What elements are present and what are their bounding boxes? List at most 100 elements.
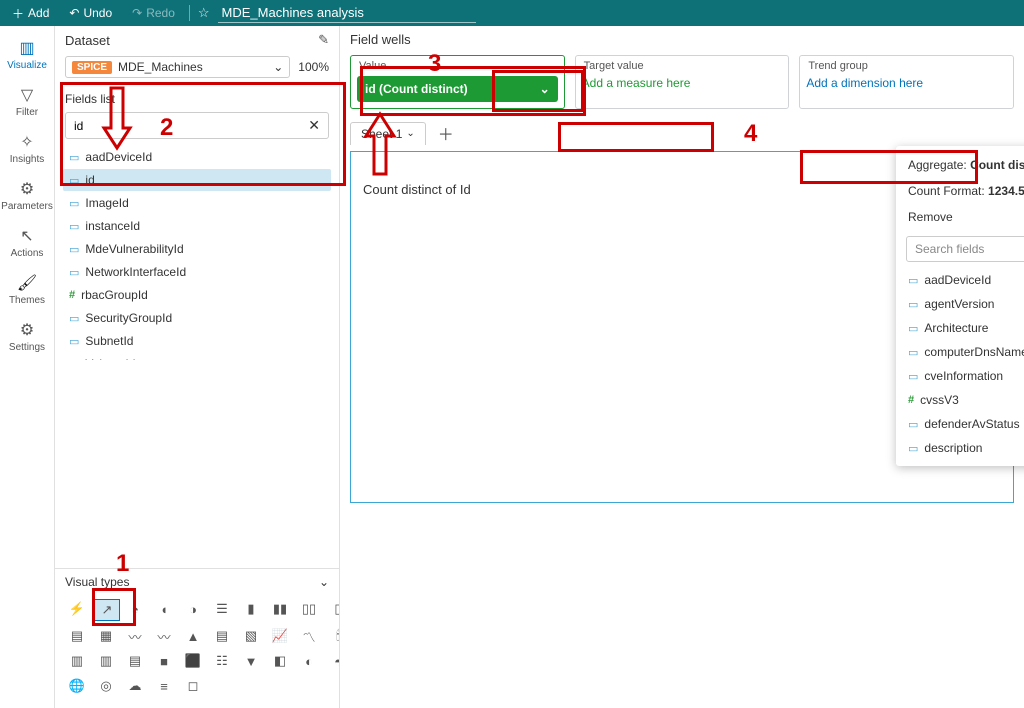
visual-type-option[interactable]: ▤ [210, 626, 234, 646]
well-title: Value [351, 56, 564, 74]
analysis-title[interactable]: MDE_Machines analysis [218, 3, 476, 23]
text-icon: ▭ [908, 274, 918, 287]
menu-fields-list[interactable]: ▭aadDeviceId▭agentVersion▭Architecture▭c… [900, 268, 1024, 458]
menu-field-item[interactable]: ▭cveInformation [900, 364, 1024, 388]
field-item[interactable]: ▭aadDeviceId [63, 146, 331, 168]
nav-filter[interactable]: ▽Filter [0, 79, 56, 124]
field-label: SubnetId [85, 334, 133, 348]
nav-actions[interactable]: ↖Actions [0, 220, 56, 265]
dataset-select[interactable]: SPICE MDE_Machines ⌄ [65, 56, 290, 78]
visual-type-option[interactable]: 〰 [152, 626, 176, 646]
visual-type-option[interactable]: 🕯 [326, 626, 340, 646]
menu-field-item[interactable]: ▭description [900, 436, 1024, 458]
favorite-icon[interactable]: ☆ [198, 5, 210, 21]
visual-type-option[interactable]: ▥ [94, 651, 118, 671]
menu-field-label: defenderAvStatus [924, 417, 1019, 431]
visual-type-option[interactable]: ▮▮ [268, 599, 292, 619]
nav-insights[interactable]: ✧Insights [0, 126, 56, 171]
menu-field-label: cvssV3 [920, 393, 959, 407]
value-well[interactable]: Value id (Count distinct) ⌄ [350, 55, 565, 109]
visual-type-option[interactable]: ◻ [181, 676, 205, 696]
visual-type-option[interactable]: ▧ [239, 626, 263, 646]
menu-field-item[interactable]: ▭defenderAvStatus [900, 412, 1024, 436]
brush-icon: 🖌 [17, 273, 37, 293]
visual-type-option[interactable]: ☁ [123, 676, 147, 696]
visual-type-option[interactable]: ⚡ [65, 599, 89, 619]
visual-type-option[interactable]: 🌐 [65, 676, 89, 696]
visual-type-option[interactable]: ◐ [297, 651, 321, 671]
visual-type-option[interactable]: ◎ [94, 676, 118, 696]
field-item[interactable]: ▭instanceId [63, 215, 331, 237]
visual-type-option[interactable]: ⬛ [181, 651, 205, 671]
field-item[interactable]: ▭SubnetId [63, 330, 331, 352]
menu-field-item[interactable]: ▭agentVersion [900, 292, 1024, 316]
visual-type-option[interactable]: ▲ [181, 626, 205, 646]
menu-field-item[interactable]: #cvssV3 [900, 388, 1024, 412]
redo-button[interactable]: ↷Redo [126, 4, 181, 22]
collapse-icon[interactable]: ⌄ [319, 575, 329, 589]
visual-type-option[interactable]: ▯▯ [297, 599, 321, 619]
dataset-heading-row: Dataset ✎ [55, 26, 339, 52]
field-item[interactable]: ▭NetworkInterfaceId [63, 261, 331, 283]
format-row[interactable]: Count Format: 1234.5678 › [896, 178, 1024, 204]
fields-search-input[interactable] [72, 118, 306, 134]
nav-parameters[interactable]: ⚙Parameters [0, 173, 56, 218]
text-icon: ▭ [908, 322, 918, 335]
chevron-down-icon[interactable]: ⌄ [406, 128, 414, 139]
visual-type-option[interactable]: ▤ [123, 651, 147, 671]
visual-type-option[interactable]: ◖ [152, 599, 176, 619]
visual-type-option[interactable]: ☰ [210, 599, 234, 619]
field-item[interactable]: ▭ImageId [63, 192, 331, 214]
trend-well[interactable]: Trend group Add a dimension here [799, 55, 1014, 109]
nav-visualize[interactable]: ▥Visualize [0, 32, 56, 77]
undo-icon: ↶ [69, 6, 79, 20]
menu-field-item[interactable]: ▭computerDnsName [900, 340, 1024, 364]
visual-type-option[interactable]: ◔ [123, 599, 147, 619]
menu-field-item[interactable]: ▭aadDeviceId [900, 268, 1024, 292]
add-button[interactable]: ＋Add [6, 3, 55, 24]
field-item[interactable]: ▭MdeVulnerabilityId [63, 238, 331, 260]
add-label: Add [28, 6, 49, 20]
nav-settings[interactable]: ⚙Settings [0, 314, 56, 359]
visual-type-option[interactable]: ↗ [94, 599, 120, 621]
fields-search[interactable]: ✕ [65, 112, 329, 139]
visual-type-option[interactable]: 〰 [123, 626, 147, 646]
nav-themes[interactable]: 🖌Themes [0, 267, 56, 312]
field-label: instanceId [85, 219, 140, 233]
number-icon: # [69, 289, 75, 301]
dataset-row: SPICE MDE_Machines ⌄ 100% [55, 52, 339, 86]
menu-field-label: computerDnsName [924, 345, 1024, 359]
pencil-icon[interactable]: ✎ [318, 32, 329, 48]
value-pill-label: id (Count distinct) [365, 82, 468, 96]
visual-type-option[interactable]: ◧ [268, 651, 292, 671]
visual-type-option[interactable]: ▥ [65, 651, 89, 671]
field-item[interactable]: #rbacGroupId [63, 284, 331, 306]
add-sheet-button[interactable]: ＋ [432, 119, 460, 147]
visual-type-option[interactable]: ☷ [210, 651, 234, 671]
fields-list-heading: Fields list [55, 86, 339, 110]
field-item[interactable]: ▭SecurityGroupId [63, 307, 331, 329]
sheet-tab[interactable]: Sheet 1⌄ [350, 122, 426, 145]
remove-row[interactable]: Remove [896, 204, 1024, 230]
visual-type-option[interactable]: ▤ [65, 626, 89, 646]
field-item[interactable]: ▭id [63, 169, 331, 191]
visual-type-option[interactable]: ◑ [181, 599, 205, 619]
visual-type-option[interactable]: ▯ [326, 599, 340, 619]
search-fields[interactable]: Search fields 🔍 [906, 236, 1024, 262]
menu-field-item[interactable]: ▭Architecture [900, 316, 1024, 340]
visual-type-option[interactable]: ▦ [94, 626, 118, 646]
cursor-icon: ↖ [20, 226, 33, 246]
chevron-down-icon[interactable]: ⌄ [540, 82, 550, 96]
visual-type-option[interactable]: ▼ [239, 651, 263, 671]
clear-icon[interactable]: ✕ [306, 117, 322, 134]
visual-type-option[interactable]: ◓ [326, 651, 340, 671]
undo-button[interactable]: ↶Undo [63, 4, 118, 22]
aggregate-row[interactable]: Aggregate: Count distinct › [896, 152, 1024, 178]
value-pill[interactable]: id (Count distinct) ⌄ [357, 76, 558, 102]
visual-type-option[interactable]: ≡ [152, 676, 176, 696]
target-well[interactable]: Target value Add a measure here [575, 55, 790, 109]
visual-type-option[interactable]: ▮ [239, 599, 263, 619]
visual-type-option[interactable]: ■ [152, 651, 176, 671]
visual-type-option[interactable]: 〽 [297, 626, 321, 646]
visual-type-option[interactable]: 📈 [268, 626, 292, 646]
